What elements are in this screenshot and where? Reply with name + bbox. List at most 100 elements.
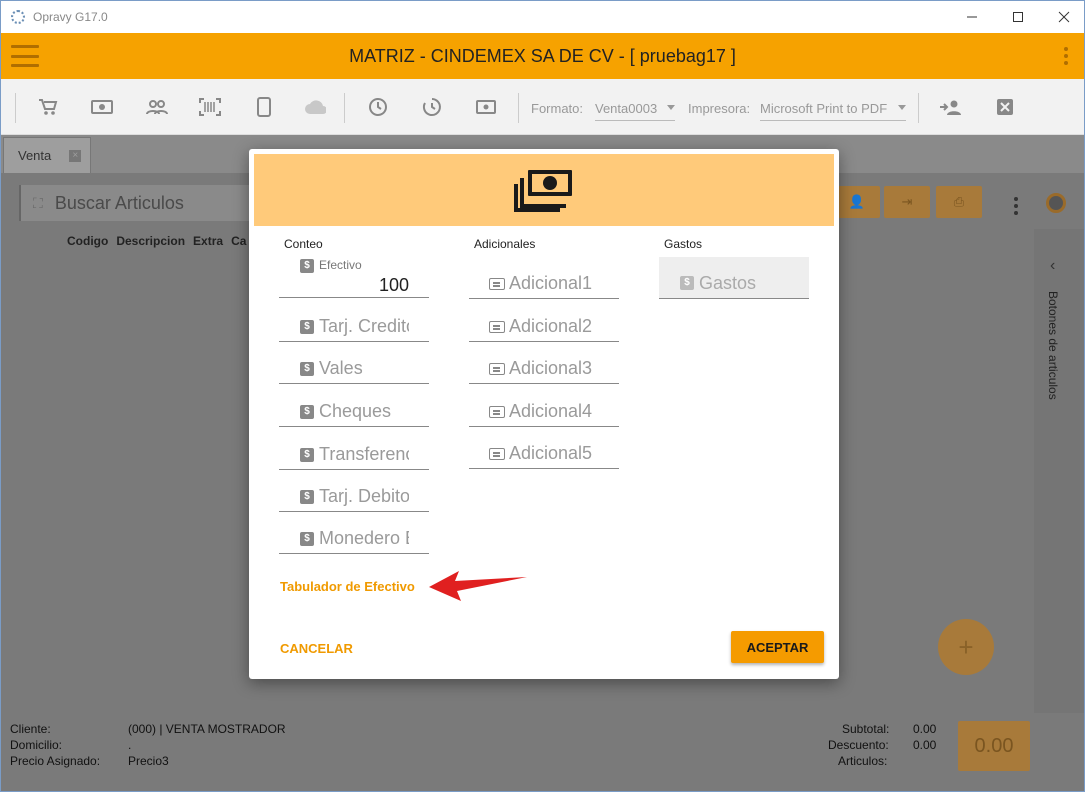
impresora-label: Impresora: — [688, 101, 751, 116]
money-icon[interactable] — [475, 97, 497, 117]
add-button[interactable]: + — [938, 619, 994, 675]
toolbar-divider — [344, 93, 345, 123]
payment-dialog: Conteo Adicionales Gastos $ Efectivo 100… — [249, 149, 839, 679]
print-icon: ⎙ — [953, 194, 965, 209]
dollar-icon: $ — [300, 490, 314, 504]
company-title: MATRIZ - CINDEMEX SA DE CV - [ pruebag17… — [349, 45, 736, 66]
cheques-field[interactable]: $ Cheques — [279, 391, 429, 427]
domicilio-value: . — [128, 738, 132, 752]
more-options-icon[interactable] — [1064, 47, 1068, 65]
chevron-left-icon[interactable]: ‹ — [1050, 257, 1055, 275]
assign-user-icon[interactable] — [939, 97, 961, 117]
window-title: Opravy G17.0 — [33, 10, 108, 24]
history-icon[interactable] — [421, 97, 443, 117]
subtotal-label: Subtotal: — [842, 722, 890, 736]
precio-value: Precio3 — [128, 754, 169, 768]
toolbar-divider — [15, 93, 16, 123]
adicional3-field[interactable]: Adicional3 — [469, 348, 619, 384]
efectivo-field[interactable]: $ Efectivo 100 — [279, 256, 429, 298]
adicional4-field[interactable]: Adicional4 — [469, 391, 619, 427]
hamburger-menu-icon[interactable] — [11, 45, 39, 67]
export-button[interactable]: ⇥ — [884, 186, 930, 218]
side-panel: ‹ Botones de articulos — [1034, 229, 1084, 749]
monedero-field[interactable]: $ Monedero E — [279, 518, 429, 554]
domicilio-label: Domicilio: — [10, 738, 63, 752]
close-button[interactable] — [1041, 1, 1084, 33]
cancel-button[interactable]: CANCELAR — [280, 641, 353, 656]
comment-icon — [489, 321, 505, 333]
cliente-value: (000) | VENTA MOSTRADOR — [128, 722, 286, 736]
mobile-icon[interactable] — [253, 97, 275, 117]
user-icon: 👤 — [848, 194, 866, 209]
accept-button[interactable]: ACEPTAR — [731, 631, 824, 663]
field-placeholder: Cheques — [319, 401, 392, 421]
search-bar[interactable]: ⛶ Buscar Articulos — [19, 185, 259, 221]
tabulador-efectivo-link[interactable]: Tabulador de Efectivo — [280, 579, 415, 594]
comment-icon — [489, 448, 505, 460]
adicional2-field[interactable]: Adicional2 — [469, 306, 619, 342]
formato-value: Venta0003 — [595, 101, 658, 116]
cash-icon[interactable] — [91, 97, 113, 117]
search-input[interactable]: Buscar Articulos — [55, 193, 184, 214]
dollar-icon: $ — [680, 276, 694, 290]
export-icon: ⇥ — [901, 194, 913, 209]
tab-close-icon[interactable]: × — [69, 149, 82, 162]
footer: Cliente: (000) | VENTA MOSTRADOR Domicil… — [1, 713, 1084, 791]
transferencia-field[interactable]: $ Transferencia — [279, 434, 429, 470]
barcode-scan-icon[interactable] — [199, 97, 221, 117]
field-placeholder: Gastos — [699, 273, 757, 293]
dollar-icon: $ — [300, 362, 314, 376]
descuento-label: Descuento: — [828, 738, 889, 752]
customers-icon[interactable] — [146, 97, 168, 117]
clock-icon[interactable] — [367, 97, 389, 117]
vales-field[interactable]: $ Vales — [279, 348, 429, 384]
efectivo-value: 100 — [378, 275, 409, 295]
precio-label: Precio Asignado: — [10, 754, 101, 768]
field-placeholder: Adicional3 — [509, 358, 593, 378]
tarj-debito-field[interactable]: $ Tarj. Debito — [279, 476, 429, 512]
adicional5-field[interactable]: Adicional5 — [469, 433, 619, 469]
tab-venta[interactable]: Venta × — [3, 137, 91, 173]
tarj-credito-field[interactable]: $ Tarj. Credito — [279, 306, 429, 342]
dollar-icon: $ — [300, 532, 314, 546]
column-header: Extra — [193, 234, 224, 248]
close-sale-icon[interactable] — [994, 97, 1016, 117]
efectivo-label: Efectivo — [319, 258, 362, 272]
field-placeholder: Adicional2 — [509, 316, 593, 336]
formato-select[interactable]: Venta0003 — [595, 95, 675, 121]
column-header: Codigo — [67, 234, 109, 248]
cart-icon[interactable] — [37, 97, 59, 117]
table-header: Codigo Descripcion Extra Ca — [67, 234, 246, 248]
scan-icon: ⛶ — [33, 194, 43, 211]
minimize-button[interactable] — [949, 1, 995, 33]
subtotal-value: 0.00 — [913, 722, 937, 736]
comment-icon — [489, 406, 505, 418]
field-placeholder: Adicional5 — [509, 443, 593, 463]
dialog-header — [254, 154, 834, 226]
app-header: MATRIZ - CINDEMEX SA DE CV - [ pruebag17… — [1, 33, 1084, 79]
dollar-icon: $ — [300, 405, 314, 419]
chevron-down-icon — [898, 105, 906, 110]
app-window: Opravy G17.0 MATRIZ - CINDEMEX SA DE CV … — [0, 0, 1085, 792]
articulos-label: Articulos: — [838, 754, 888, 768]
maximize-button[interactable] — [995, 1, 1041, 33]
cloud-sync-icon[interactable] — [304, 97, 326, 117]
assign-customer-button[interactable]: 👤 — [834, 186, 880, 218]
comment-icon — [489, 278, 505, 290]
more-options-icon[interactable] — [1014, 197, 1018, 215]
status-indicator-icon[interactable] — [1046, 193, 1066, 213]
conteo-header: Conteo — [284, 237, 323, 251]
print-button[interactable]: ⎙ — [936, 186, 982, 218]
toolbar-divider — [918, 93, 919, 123]
field-placeholder: Transferencia — [319, 444, 409, 464]
impresora-select[interactable]: Microsoft Print to PDF — [760, 95, 906, 121]
field-placeholder: Adicional4 — [509, 401, 593, 421]
side-panel-label[interactable]: Botones de articulos — [1046, 291, 1060, 400]
title-bar: Opravy G17.0 — [1, 1, 1084, 33]
adicional1-field[interactable]: Adicional1 — [469, 263, 619, 299]
close-icon — [1058, 11, 1070, 23]
field-placeholder: Vales — [319, 358, 363, 378]
money-icon — [514, 170, 572, 212]
field-placeholder: Monedero E — [319, 528, 409, 548]
minimize-icon — [967, 16, 977, 18]
